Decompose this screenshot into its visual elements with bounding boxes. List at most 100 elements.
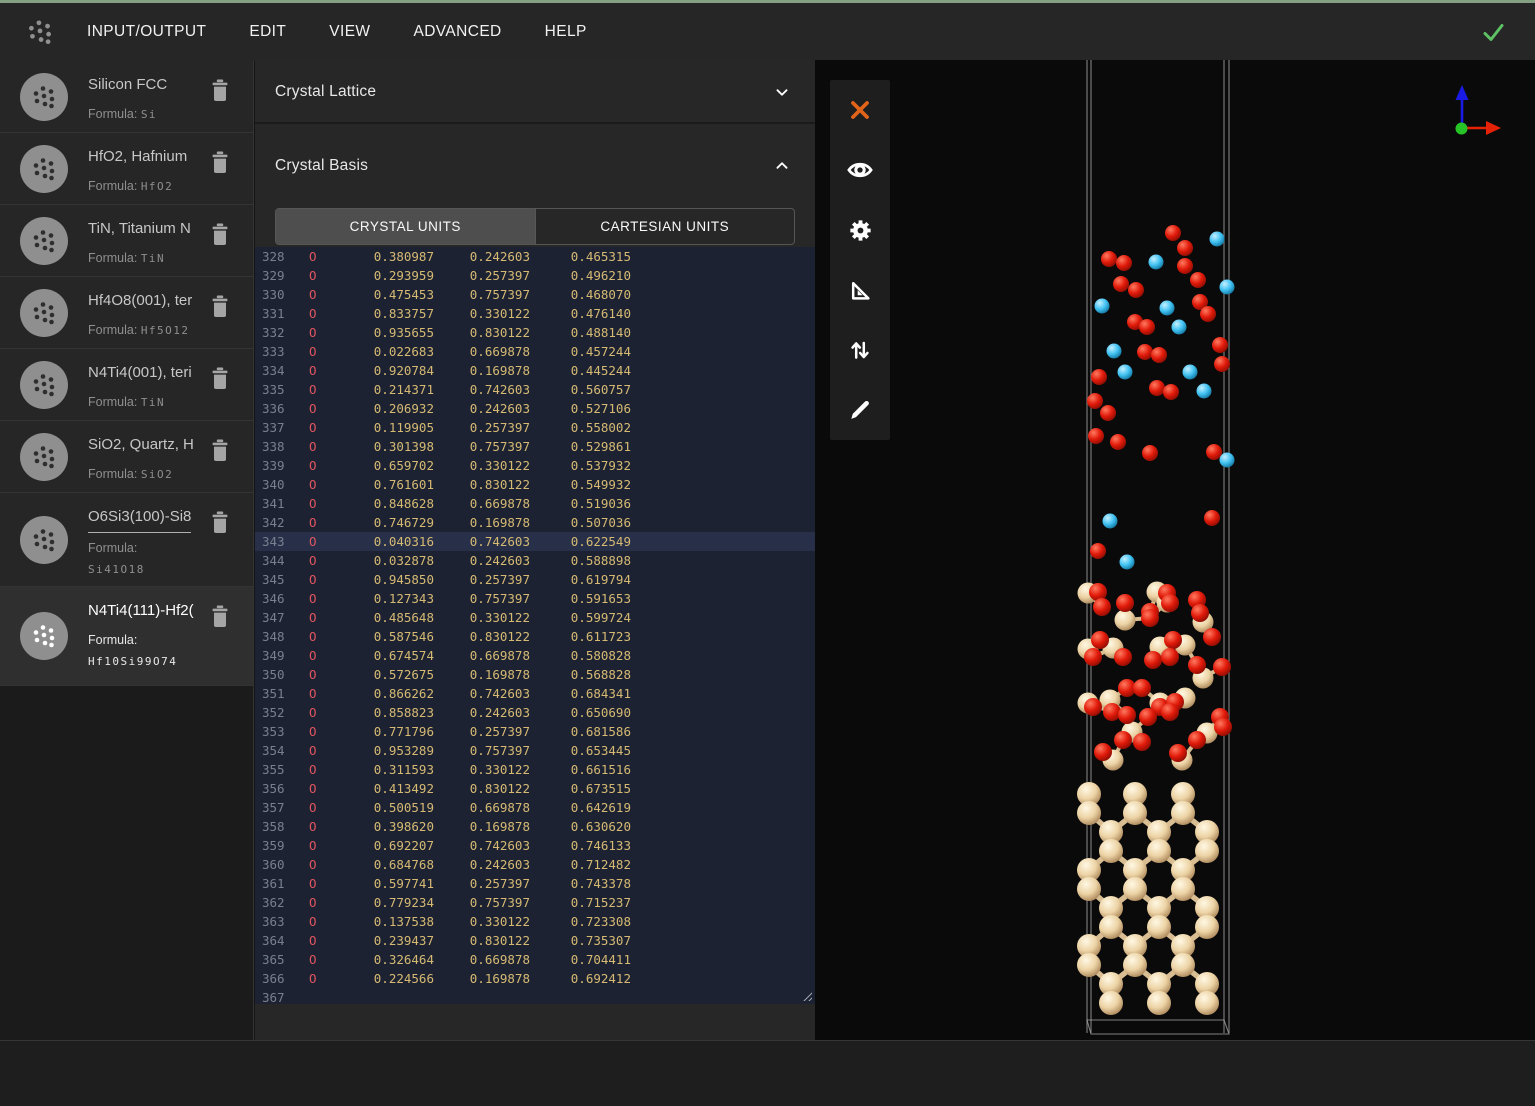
dots-icon [31, 228, 57, 254]
delete-material-button[interactable] [208, 293, 232, 319]
viewer-settings-button[interactable] [845, 215, 875, 245]
material-item[interactable]: SiO2, Quartz, H Formula: SiO2 [0, 421, 253, 493]
basis-row: 347O0.4856480.3301220.599724 [255, 608, 815, 627]
delete-material-button[interactable] [208, 221, 232, 247]
formula-label: Formula: [88, 107, 137, 121]
basis-row: 348O0.5875460.8301220.611723 [255, 627, 815, 646]
structure-canvas[interactable] [815, 60, 1535, 1040]
crystal-basis-section-header[interactable]: Crystal Basis [255, 124, 815, 208]
basis-row: 330O0.4754530.7573970.468070 [255, 285, 815, 304]
material-avatar [20, 433, 68, 481]
basis-row: 334O0.9207840.1698780.445244 [255, 361, 815, 380]
crystal-lattice-section-header[interactable]: Crystal Lattice [255, 61, 815, 124]
material-avatar [20, 217, 68, 265]
trash-icon [213, 606, 228, 628]
menu-bar: INPUT/OUTPUT EDIT VIEW ADVANCED HELP [0, 3, 1535, 61]
material-item[interactable]: HfO2, Hafnium Formula: HfO2 [0, 133, 253, 205]
unit-cell-wireframe [1087, 60, 1229, 1034]
basis-row: 359O0.6922070.7426030.746133 [255, 836, 815, 855]
basis-row: 361O0.5977410.2573970.743378 [255, 874, 815, 893]
basis-row: 344O0.0328780.2426030.588898 [255, 551, 815, 570]
material-item[interactable]: TiN, Titanium N Formula: TiN [0, 205, 253, 277]
delete-material-button[interactable] [208, 365, 232, 391]
menu-item-edit[interactable]: EDIT [249, 23, 286, 41]
close-viewer-button[interactable] [845, 95, 875, 125]
basis-row: 329O0.2939590.2573970.496210 [255, 266, 815, 285]
dots-icon [31, 623, 57, 649]
basis-row: 337O0.1199050.2573970.558002 [255, 418, 815, 437]
delete-material-button[interactable] [208, 509, 232, 535]
formula-value: Hf5O12 [141, 324, 190, 337]
basis-row: 354O0.9532890.7573970.653445 [255, 741, 815, 760]
structure-viewer[interactable] [815, 60, 1535, 1040]
pencil-icon [847, 397, 873, 423]
basis-row: 367 [255, 988, 815, 1004]
formula-label: Formula: [88, 541, 137, 555]
formula-label: Formula: [88, 179, 137, 193]
dots-icon [31, 300, 57, 326]
material-avatar [20, 361, 68, 409]
units-tabs: CRYSTAL UNITS CARTESIAN UNITS [275, 208, 795, 245]
gear-icon [847, 217, 874, 244]
check-icon [1477, 16, 1509, 48]
basis-row: 350O0.5726750.1698780.568828 [255, 665, 815, 684]
basis-row: 356O0.4134920.8301220.673515 [255, 779, 815, 798]
save-check-button[interactable] [1477, 16, 1509, 48]
material-item[interactable]: Hf4O8(001), ter Formula: Hf5O12 [0, 277, 253, 349]
main-menu: INPUT/OUTPUT EDIT VIEW ADVANCED HELP [87, 23, 630, 41]
menu-item-view[interactable]: VIEW [329, 23, 370, 41]
dots-icon [31, 444, 57, 470]
menu-item-help[interactable]: HELP [545, 23, 587, 41]
basis-row: 364O0.2394370.8301220.735307 [255, 931, 815, 950]
edit-structure-button[interactable] [845, 395, 875, 425]
trash-icon [213, 224, 228, 246]
material-title: Hf4O8(001), ter [88, 291, 192, 311]
material-item[interactable]: N4Ti4(111)-Hf2( Formula: Hf10Si99O74 [0, 587, 253, 686]
formula-label: Formula: [88, 633, 137, 647]
swap-vertical-icon [847, 337, 873, 363]
material-title: TiN, Titanium N [88, 219, 191, 239]
amorphous-layer-atoms [1087, 225, 1235, 570]
tab-cartesian-units[interactable]: CARTESIAN UNITS [535, 209, 795, 244]
toggle-visibility-button[interactable] [845, 155, 875, 185]
viewer-toolbar [830, 80, 890, 440]
basis-row: 338O0.3013980.7573970.529861 [255, 437, 815, 456]
app-logo-dots-icon [26, 18, 54, 46]
material-avatar [20, 73, 68, 121]
dots-icon [31, 527, 57, 553]
basis-row: 328O0.3809870.2426030.465315 [255, 247, 815, 266]
formula-value: Si [141, 108, 157, 121]
basis-row: 352O0.8588230.2426030.650690 [255, 703, 815, 722]
delete-material-button[interactable] [208, 77, 232, 103]
formula-label: Formula: [88, 467, 137, 481]
swap-axes-button[interactable] [845, 335, 875, 365]
material-avatar [20, 289, 68, 337]
formula-label: Formula: [88, 323, 137, 337]
basis-row: 332O0.9356550.8301220.488140 [255, 323, 815, 342]
basis-row: 346O0.1273430.7573970.591653 [255, 589, 815, 608]
chevron-up-icon [771, 155, 793, 177]
measure-button[interactable] [845, 275, 875, 305]
delete-material-button[interactable] [208, 437, 232, 463]
material-title: N4Ti4(111)-Hf2( [88, 601, 194, 621]
menu-item-input-output[interactable]: INPUT/OUTPUT [87, 23, 206, 41]
basis-row: 363O0.1375380.3301220.723308 [255, 912, 815, 931]
material-item[interactable]: N4Ti4(001), teri Formula: TiN [0, 349, 253, 421]
basis-row: 335O0.2143710.7426030.560757 [255, 380, 815, 399]
dots-icon [31, 156, 57, 182]
formula-value: TiN [141, 252, 165, 265]
formula-value: TiN [141, 396, 165, 409]
material-item[interactable]: O6Si3(100)-Si8 Formula: Si41O18 [0, 493, 253, 587]
basis-coordinates-editor[interactable]: 328O0.3809870.2426030.465315329O0.293959… [255, 247, 815, 1004]
basis-row: 336O0.2069320.2426030.527106 [255, 399, 815, 418]
basis-row: 358O0.3986200.1698780.630620 [255, 817, 815, 836]
tab-crystal-units[interactable]: CRYSTAL UNITS [276, 209, 535, 244]
delete-material-button[interactable] [208, 149, 232, 175]
menu-item-advanced[interactable]: ADVANCED [413, 23, 501, 41]
delete-material-button[interactable] [208, 603, 232, 629]
axis-z-arrow [1456, 85, 1469, 100]
material-item[interactable]: Silicon FCC Formula: Si [0, 61, 253, 133]
material-editor-panel: Crystal Lattice Crystal Basis CRYSTAL UN… [255, 61, 815, 1040]
basis-row: 351O0.8662620.7426030.684341 [255, 684, 815, 703]
basis-row: 340O0.7616010.8301220.549932 [255, 475, 815, 494]
